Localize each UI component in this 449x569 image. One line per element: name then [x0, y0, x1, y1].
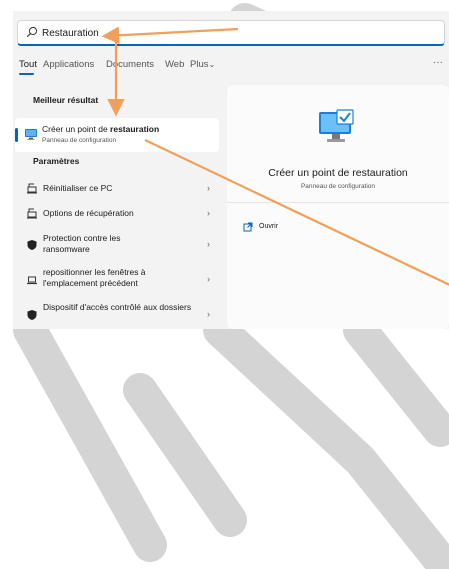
settings-item-label: Réinitialiser ce PC — [43, 183, 113, 193]
best-match-result[interactable]: Créer un point de restauration Panneau d… — [15, 118, 219, 152]
settings-item-reset-pc[interactable]: Réinitialiser ce PC › — [19, 181, 219, 197]
shield-icon — [27, 310, 37, 320]
settings-item-label: Protection contre les ransomware — [43, 233, 121, 254]
best-match-title-bold: restauration — [110, 124, 160, 134]
chevron-right-icon: › — [207, 274, 210, 284]
settings-item-controlled-folder-access[interactable]: Dispositif d'accès contrôlé aux dossiers… — [19, 299, 219, 329]
search-box[interactable] — [17, 20, 445, 46]
chevron-down-icon: ⌄ — [208, 60, 216, 69]
shield-icon — [27, 240, 37, 250]
tab-applications[interactable]: Applications — [43, 59, 94, 70]
laptop-icon — [27, 276, 37, 285]
selection-indicator — [15, 128, 18, 142]
detail-title: Créer un point de restauration — [268, 167, 408, 179]
open-action[interactable]: Ouvrir — [259, 223, 278, 230]
search-icon — [26, 26, 38, 38]
search-input[interactable] — [42, 24, 422, 42]
settings-item-label: Options de récupération — [43, 208, 134, 218]
chevron-right-icon: › — [207, 208, 210, 218]
chevron-right-icon: › — [207, 183, 210, 193]
detail-subtitle: Panneau de configuration — [300, 183, 376, 190]
best-match-title: Créer un point de restauration — [42, 124, 159, 134]
tab-tout[interactable]: Tout — [19, 59, 37, 70]
tab-plus[interactable]: Plus⌄ — [190, 59, 215, 70]
chevron-right-icon: › — [207, 239, 210, 249]
active-tab-indicator — [19, 73, 34, 75]
best-match-subtitle: Panneau de configuration — [42, 137, 117, 144]
tab-plus-label: Plus — [190, 59, 209, 70]
result-detail-pane: Créer un point de restauration Panneau d… — [227, 85, 449, 329]
restore-point-large-icon — [319, 109, 354, 142]
settings-item-label: repositionner les fenêtres à l'emplaceme… — [43, 267, 146, 288]
reset-pc-icon — [27, 183, 37, 194]
settings-item-restore-windows[interactable]: repositionner les fenêtres à l'emplaceme… — [19, 265, 219, 293]
recovery-icon — [27, 208, 37, 219]
settings-heading: Paramètres — [33, 156, 80, 166]
tab-documents[interactable]: Documents — [106, 59, 154, 70]
open-external-icon — [243, 222, 253, 232]
restore-point-icon — [25, 129, 37, 140]
best-match-heading: Meilleur résultat — [33, 95, 99, 105]
more-options-button[interactable]: ··· — [433, 57, 443, 68]
tab-web[interactable]: Web — [165, 59, 184, 70]
settings-item-label: Dispositif d'accès contrôlé aux dossiers — [43, 302, 192, 312]
chevron-right-icon: › — [207, 309, 210, 319]
best-match-title-prefix: Créer un point de — [42, 124, 111, 134]
settings-item-recovery-options[interactable]: Options de récupération › — [19, 206, 219, 222]
divider — [227, 202, 449, 203]
settings-item-ransomware-protection[interactable]: Protection contre les ransomware › — [19, 231, 219, 259]
windows-search-panel: Tout Applications Documents Web Plus⌄ ··… — [13, 11, 449, 329]
